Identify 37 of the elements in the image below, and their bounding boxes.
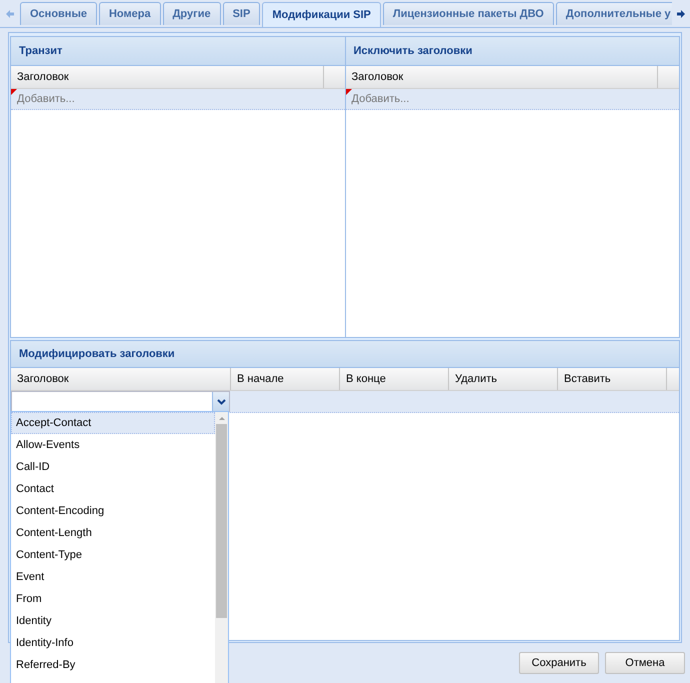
column-header[interactable]: В начале (231, 368, 340, 390)
column-header[interactable]: В конце (340, 368, 449, 390)
column-header[interactable]: Заголовок (11, 368, 231, 390)
caret-icon (216, 398, 226, 404)
dropdown-option[interactable]: Call-ID (11, 456, 215, 478)
tab[interactable]: Лицензионные пакеты ДВО (382, 2, 554, 25)
dropdown-option[interactable]: Accept-Contact (11, 412, 215, 434)
dropdown-option[interactable]: Identity (11, 610, 215, 632)
scroll-thumb[interactable] (216, 424, 227, 618)
tab[interactable]: Номера (98, 2, 161, 25)
tab[interactable]: Дополнительные у (556, 2, 672, 25)
add-row[interactable]: Добавить... (346, 89, 679, 110)
dropdown-option[interactable]: Content-Encoding (11, 500, 215, 522)
footer-button[interactable]: Сохранить (519, 652, 599, 674)
left-arrow-icon (5, 9, 15, 19)
panel-header: Модифицировать заголовки (11, 341, 679, 368)
right-arrow-icon (676, 9, 686, 19)
tab[interactable]: SIP (222, 2, 260, 25)
dropdown-option[interactable]: Event (11, 566, 215, 588)
dropdown-option[interactable]: Allow-Events (11, 434, 215, 456)
dropdown-option[interactable]: Referred-By (11, 654, 215, 676)
dropdown-option[interactable]: Identity-Info (11, 632, 215, 654)
dropdown-option[interactable]: Content-Length (11, 522, 215, 544)
dropdown-option[interactable]: From (11, 588, 215, 610)
dropdown-option[interactable]: Content-Type (11, 544, 215, 566)
tab[interactable]: Модификации SIP (262, 2, 381, 27)
scrollbar[interactable] (215, 412, 228, 683)
column-header[interactable]: Удалить (449, 368, 558, 390)
tab[interactable]: Другие (162, 2, 221, 25)
panel-header: Транзит (11, 37, 344, 66)
footer-button[interactable]: Отмена (605, 652, 685, 674)
dropdown-option[interactable]: Contact (11, 478, 215, 500)
tab[interactable]: Основные (20, 2, 97, 25)
header-combo-field[interactable] (11, 391, 230, 412)
add-row[interactable]: Добавить... (11, 89, 344, 110)
panel-header: Исключить заголовки (346, 37, 679, 66)
column-header[interactable]: Вставить (558, 368, 667, 390)
